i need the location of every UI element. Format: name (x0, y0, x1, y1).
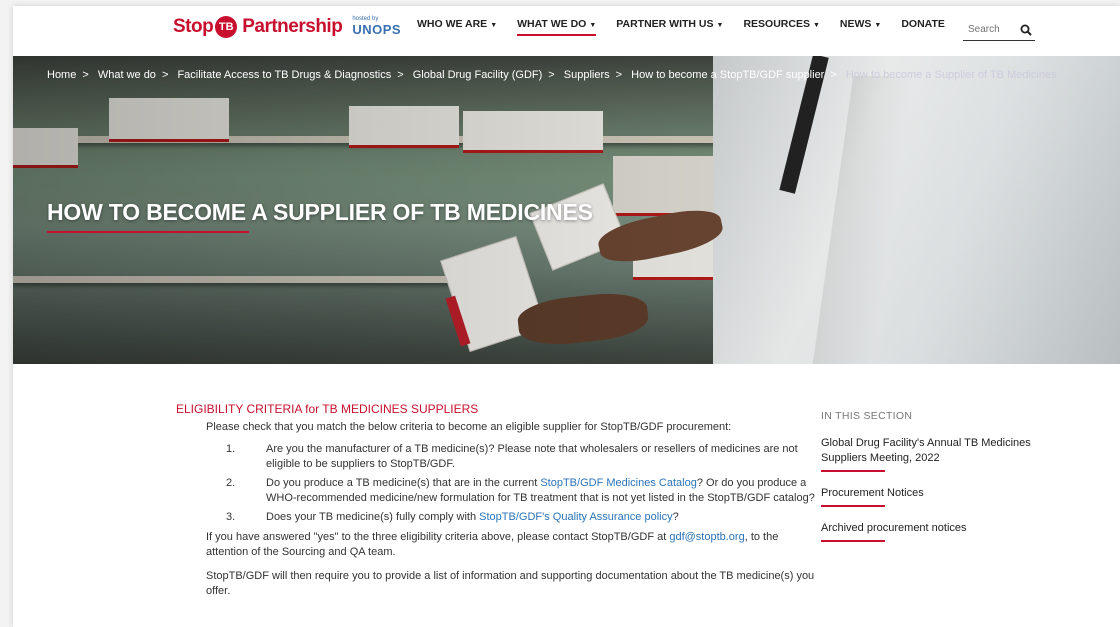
breadcrumb-current: How to become a Supplier of TB Medicines (845, 69, 1057, 81)
criteria-text: Are you the manufacturer of a TB medicin… (266, 442, 816, 471)
breadcrumb-separator: > (397, 69, 404, 81)
sidebar-title: IN THIS SECTION (821, 410, 913, 422)
hosted-by-unops: hosted by UNOPS (352, 16, 401, 38)
breadcrumb-separator: > (830, 69, 837, 81)
nav-news[interactable]: NEWS ▼ (830, 18, 891, 36)
criteria-text: Does your TB medicine(s) fully comply wi… (266, 510, 816, 525)
breadcrumb-what-we-do[interactable]: What we do (98, 69, 156, 81)
criteria-number: 2. (226, 477, 236, 489)
section-heading: ELIGIBILITY CRITERIA for TB MEDICINES SU… (176, 402, 479, 416)
followup-paragraph: StopTB/GDF will then require you to prov… (206, 569, 815, 597)
caret-down-icon: ▼ (490, 22, 498, 29)
criteria-text-part: Are you the manufacturer of a TB medicin… (266, 443, 798, 470)
breadcrumb-separator: > (615, 69, 623, 81)
sidebar-link-suppliers-meeting[interactable]: Global Drug Facility's Annual TB Medicin… (821, 436, 1041, 466)
unops-logo: UNOPS (352, 22, 402, 37)
logo-partnership-text: Partnership (242, 16, 343, 37)
page: Stop TB Partnership hosted by UNOPS WHO … (13, 6, 1120, 627)
criteria-item: 3. Does your TB medicine(s) fully comply… (206, 510, 816, 525)
title-underline (47, 231, 249, 233)
nav-label: RESOURCES (743, 18, 810, 30)
breadcrumb-home[interactable]: Home (47, 69, 76, 81)
site-header: Stop TB Partnership hosted by UNOPS WHO … (13, 6, 1120, 56)
search-input[interactable] (963, 24, 1013, 35)
criteria-text-part: Do you produce a TB medicine(s) that are… (266, 477, 541, 489)
caret-down-icon: ▼ (812, 22, 820, 29)
criteria-number: 3. (226, 511, 236, 523)
logo-stop-text: Stop (173, 16, 214, 37)
criteria-number: 1. (226, 443, 236, 455)
sidebar-link-procurement-notices[interactable]: Procurement Notices (821, 486, 1041, 501)
breadcrumb-separator: > (161, 69, 169, 81)
breadcrumb: Home > What we do > Facilitate Access to T… (47, 69, 1057, 81)
in-this-section-sidebar: IN THIS SECTION Global Drug Facility's A… (821, 410, 1041, 542)
criteria-text-part: Does your TB medicine(s) fully comply wi… (266, 511, 480, 523)
criteria-list: 1. Are you the manufacturer of a TB medi… (206, 442, 816, 525)
breadcrumb-facilitate-access[interactable]: Facilitate Access to TB Drugs & Diagnost… (177, 69, 391, 81)
nav-label: PARTNER WITH US (616, 18, 714, 30)
medicines-catalog-link[interactable]: StopTB/GDF Medicines Catalog (540, 477, 697, 489)
criteria-text-part: ? (672, 511, 679, 523)
search-box (963, 19, 1035, 41)
stoptb-logo[interactable]: Stop TB Partnership hosted by UNOPS (173, 14, 401, 40)
criteria-item: 2. Do you produce a TB medicine(s) that … (206, 476, 816, 505)
intro-text: Please check that you match the below cr… (206, 421, 732, 433)
contact-paragraph: If you have answered "yes" to the three … (206, 530, 816, 560)
breadcrumb-separator: > (82, 69, 89, 81)
contact-text: If you have answered "yes" to the three … (206, 530, 670, 543)
sidebar-underline (821, 505, 885, 507)
nav-label: WHAT WE DO (517, 18, 587, 30)
nav-label: DONATE (901, 18, 945, 30)
breadcrumb-separator: > (548, 69, 555, 81)
nav-label: WHO WE ARE (417, 18, 488, 30)
main-content: ELIGIBILITY CRITERIA for TB MEDICINES SU… (176, 402, 816, 599)
nav-what-we-do[interactable]: WHAT WE DO ▼ (507, 18, 606, 36)
page-title: HOW TO BECOME A SUPPLIER OF TB MEDICINES (47, 199, 593, 225)
nav-partner-with-us[interactable]: PARTNER WITH US ▼ (606, 18, 733, 36)
hero-banner: Home > What we do > Facilitate Access to T… (13, 56, 1120, 364)
nav-resources[interactable]: RESOURCES ▼ (733, 18, 829, 36)
logo-tb-circle: TB (215, 16, 238, 38)
sidebar-underline (821, 470, 885, 472)
quality-assurance-link[interactable]: StopTB/GDF's Quality Assurance policy (479, 511, 672, 523)
breadcrumb-suppliers[interactable]: Suppliers (564, 69, 610, 81)
criteria-text: Do you produce a TB medicine(s) that are… (266, 476, 816, 505)
sidebar-underline (821, 540, 885, 542)
breadcrumb-gdf[interactable]: Global Drug Facility (GDF) (413, 69, 543, 81)
sidebar-link-archived-notices[interactable]: Archived procurement notices (821, 521, 1041, 536)
nav-donate[interactable]: DONATE (891, 18, 955, 36)
caret-down-icon: ▼ (589, 22, 597, 29)
nav-who-we-are[interactable]: WHO WE ARE ▼ (407, 18, 507, 36)
breadcrumb-become-supplier[interactable]: How to become a StopTB/GDF supplier (631, 69, 824, 81)
main-nav: WHO WE ARE ▼ WHAT WE DO ▼ PARTNER WITH US ▼… (407, 18, 955, 36)
search-icon[interactable] (1020, 24, 1032, 36)
nav-label: NEWS (839, 18, 872, 30)
caret-down-icon: ▼ (716, 22, 724, 29)
email-link[interactable]: gdf@stoptb.org (669, 531, 744, 543)
criteria-item: 1. Are you the manufacturer of a TB medi… (206, 442, 816, 471)
caret-down-icon: ▼ (874, 22, 882, 29)
